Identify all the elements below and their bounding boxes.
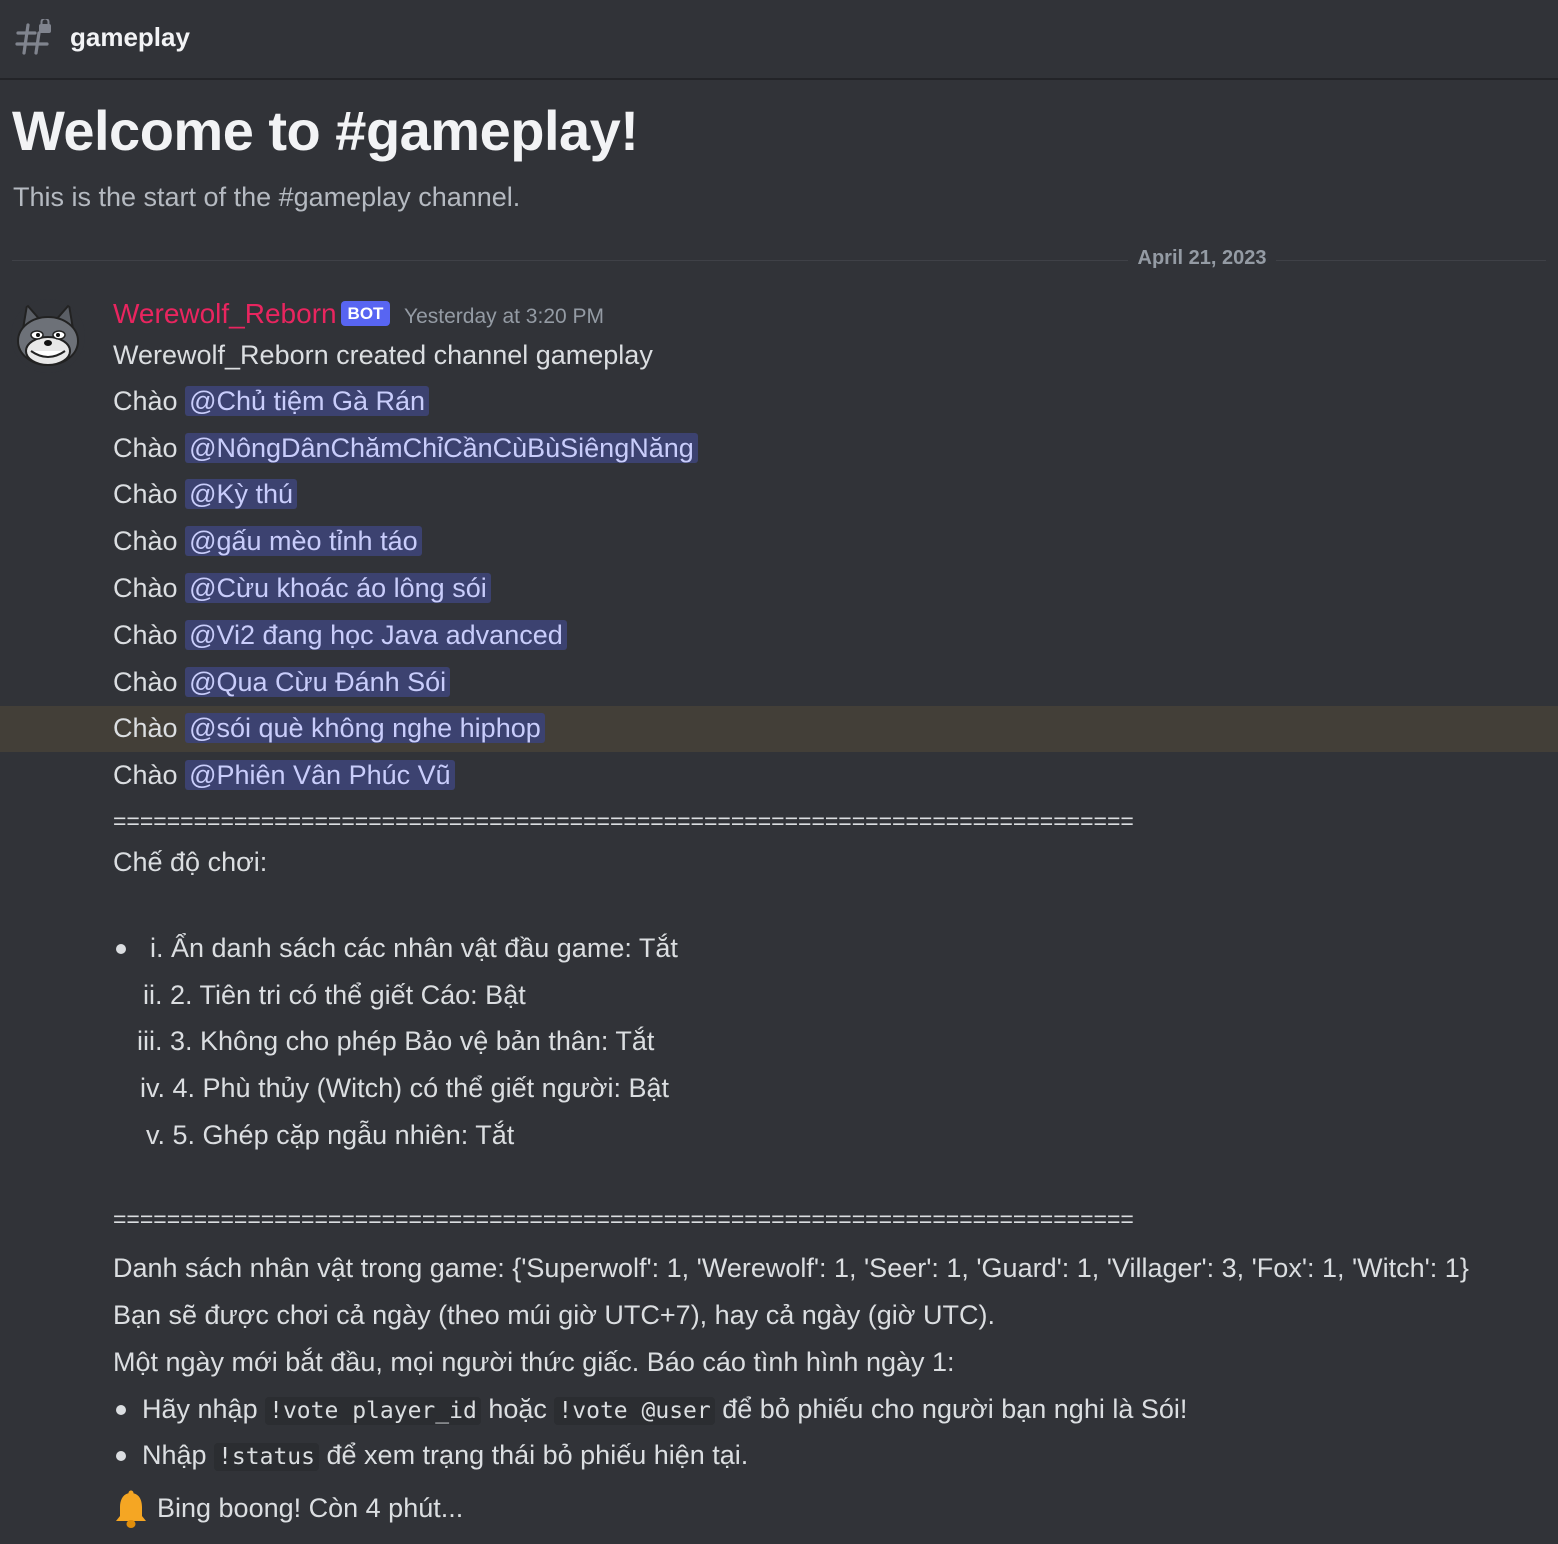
separator-line: ========================================…	[113, 1206, 1134, 1232]
list-bullet	[116, 1405, 126, 1415]
greeting-line: Chào @Kỳ thú	[113, 476, 298, 512]
greeting-line: Chào @Vi2 đang học Java advanced	[113, 617, 567, 653]
greeting-word: Chào	[113, 713, 178, 743]
hashtag-lock-icon	[15, 19, 51, 55]
message-author[interactable]: Werewolf_Reborn	[113, 298, 337, 330]
greeting-word: Chào	[113, 526, 178, 556]
date-divider-left	[12, 260, 1128, 261]
user-mention[interactable]: @Kỳ thú	[185, 479, 298, 509]
list-bullet	[116, 944, 126, 954]
bell-text: Bing boong! Còn 4 phút...	[157, 1493, 464, 1524]
channel-name: gameplay	[70, 22, 190, 52]
mode-title: Chế độ chơi:	[113, 847, 268, 877]
user-mention[interactable]: @NôngDânChămChỉCầnCùBùSiêngNăng	[185, 433, 698, 463]
vote-instruction: Hãy nhập !vote player_id hoặc !vote @use…	[142, 1394, 1188, 1425]
greeting-word: Chào	[113, 433, 178, 463]
bell-line: Bing boong! Còn 4 phút...	[113, 1490, 463, 1530]
mode-item: ii. 2. Tiên tri có thể giết Cáo: Bật	[143, 980, 526, 1010]
greeting-line: Chào @NôngDânChămChỉCầnCùBùSiêngNăng	[113, 430, 698, 466]
vote-user-command-code: !vote @user	[554, 1397, 715, 1425]
welcome-subtitle: This is the start of the #gameplay chann…	[13, 182, 521, 212]
vote-command-code: !vote player_id	[265, 1397, 481, 1425]
user-mention[interactable]: @Chủ tiệm Gà Rán	[185, 386, 430, 416]
greeting-line: Chào @Qua Cừu Đánh Sói	[113, 664, 451, 700]
greeting-line: Chào @Chủ tiệm Gà Rán	[113, 383, 430, 419]
mode-item: v. 5. Ghép cặp ngẫu nhiên: Tắt	[146, 1120, 515, 1150]
day-report-line: Một ngày mới bắt đầu, mọi người thức giấ…	[113, 1347, 955, 1377]
mode-item: i. Ẩn danh sách các nhân vật đầu game: T…	[150, 933, 678, 963]
greeting-line: Chào @Phiên Vân Phúc Vũ	[113, 757, 455, 793]
greeting-line: Chào @gấu mèo tỉnh táo	[113, 523, 422, 559]
user-mention[interactable]: @Vi2 đang học Java advanced	[185, 620, 567, 650]
user-mention[interactable]: @Phiên Vân Phúc Vũ	[185, 760, 455, 790]
mode-item: iii. 3. Không cho phép Bảo vệ bản thân: …	[137, 1026, 655, 1056]
welcome-title: Welcome to #gameplay!	[12, 99, 639, 162]
greeting-word: Chào	[113, 573, 178, 603]
greeting-line: Chào @Cừu khoác áo lông sói	[113, 570, 491, 606]
status-instruction: Nhập !status để xem trạng thái bỏ phiếu …	[142, 1440, 749, 1471]
channel-header: gameplay	[0, 0, 1558, 80]
message-timestamp[interactable]: Yesterday at 3:20 PM	[404, 305, 604, 329]
created-channel-line: Werewolf_Reborn created channel gameplay	[113, 340, 653, 370]
greeting-line: Chào @sói què không nghe hiphop	[113, 710, 545, 746]
roles-line: Danh sách nhân vật trong game: {'Superwo…	[113, 1253, 1469, 1283]
list-bullet	[116, 1451, 126, 1461]
separator-line: ========================================…	[113, 808, 1134, 834]
user-mention[interactable]: @Cừu khoác áo lông sói	[185, 573, 491, 603]
greeting-word: Chào	[113, 667, 178, 697]
date-divider-right	[1276, 260, 1546, 261]
bot-badge: BOT	[341, 301, 390, 326]
date-divider-label: April 21, 2023	[1128, 247, 1276, 270]
greeting-word: Chào	[113, 479, 178, 509]
greeting-word: Chào	[113, 386, 178, 416]
user-mention[interactable]: @sói què không nghe hiphop	[185, 713, 545, 743]
status-command-code: !status	[214, 1443, 319, 1471]
user-mention[interactable]: @gấu mèo tỉnh táo	[185, 526, 422, 556]
play-time-line: Bạn sẽ được chơi cả ngày (theo múi giờ U…	[113, 1300, 995, 1330]
bell-icon	[116, 1490, 146, 1528]
user-mention[interactable]: @Qua Cừu Đánh Sói	[185, 667, 451, 697]
greeting-word: Chào	[113, 760, 178, 790]
mode-item: iv. 4. Phù thủy (Witch) có thể giết ngườ…	[140, 1073, 670, 1103]
bot-avatar[interactable]	[11, 299, 85, 373]
greeting-word: Chào	[113, 620, 178, 650]
